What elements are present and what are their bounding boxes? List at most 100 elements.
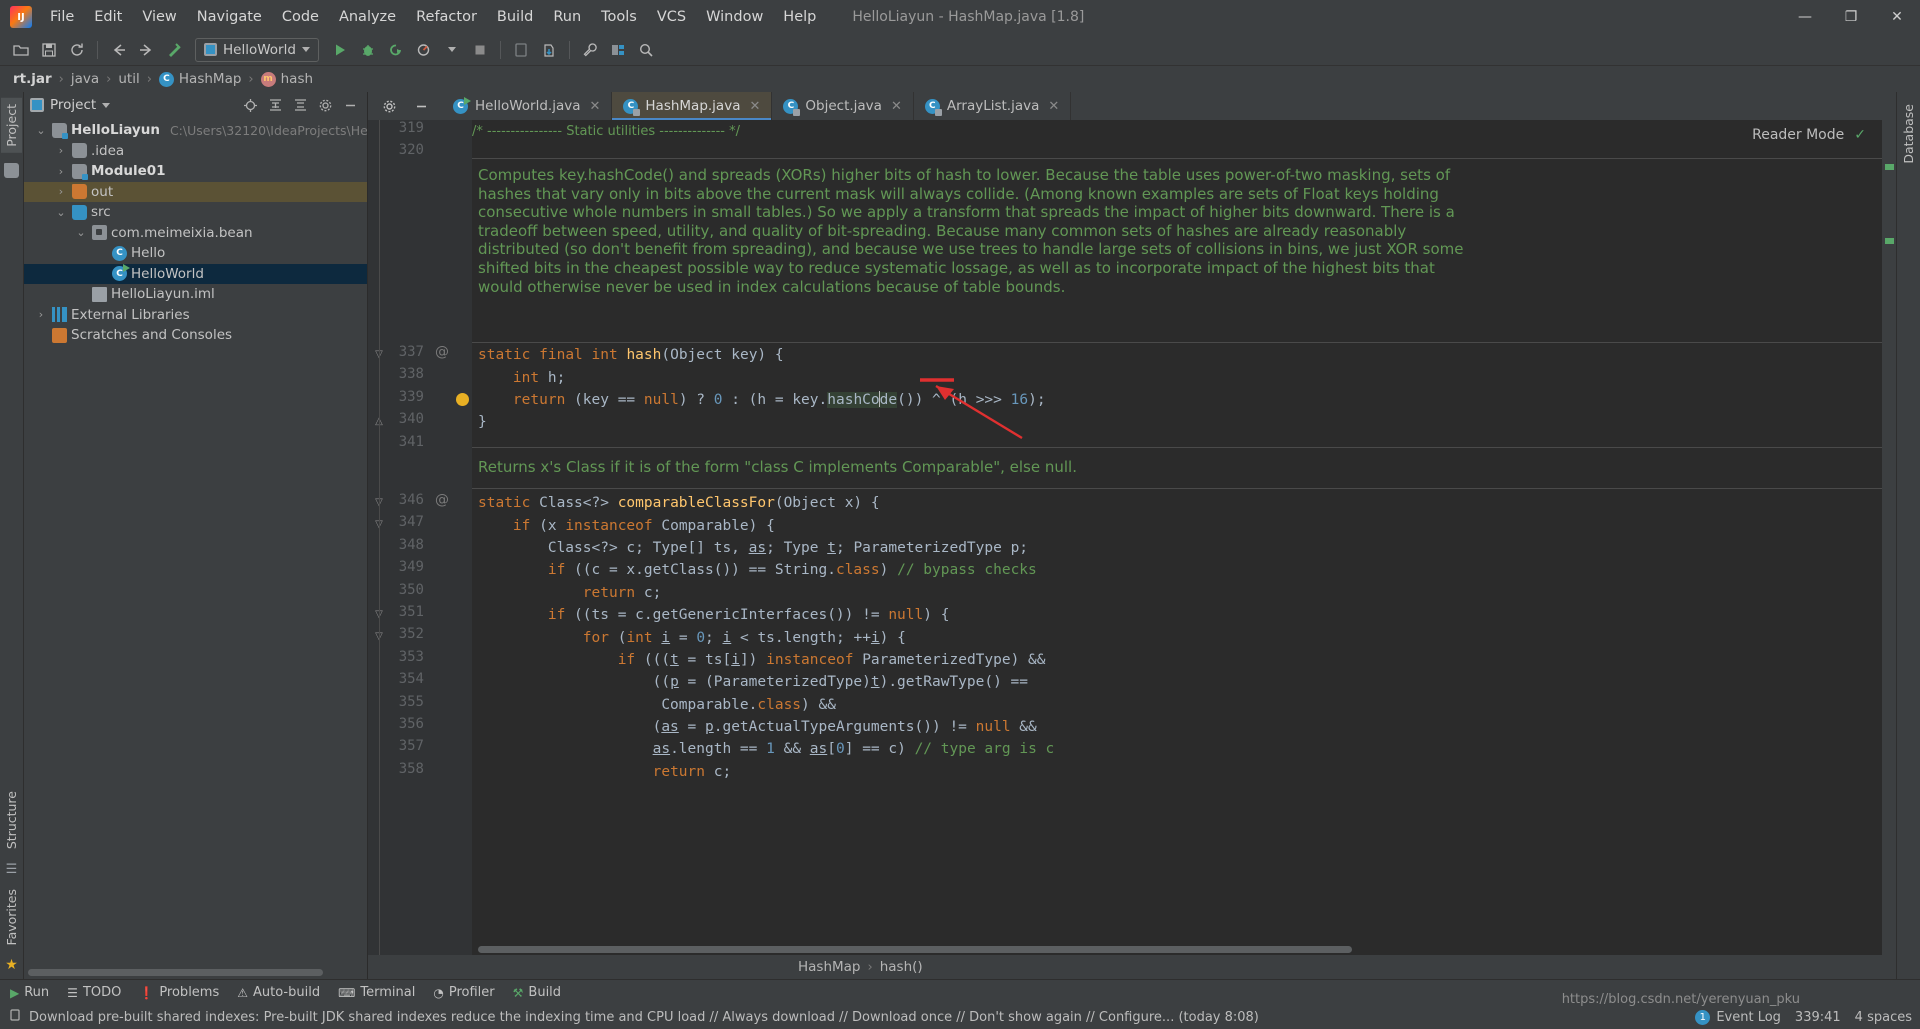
chevron-right-icon[interactable]: › [54, 185, 68, 198]
editor-bottom-breadcrumb[interactable]: HashMap › hash() [368, 955, 1896, 979]
tree-item-helloliayun[interactable]: ⌄ HelloLiayun C:\Users\32120\IdeaProjects\… [24, 120, 367, 141]
status-message-text[interactable]: Download pre-built shared indexes: Pre-b… [29, 1010, 1259, 1025]
tree-item-external-libraries[interactable]: › External Libraries [24, 305, 367, 326]
tree-item-out[interactable]: › out [24, 181, 367, 202]
bottom-tab-problems[interactable]: ❗ Problems [139, 985, 219, 1000]
editor-tab-hashmap-java[interactable]: C HashMap.java ✕ [612, 92, 773, 120]
collapse-all-icon[interactable] [289, 94, 311, 116]
sidebar-item-project[interactable]: Project [1, 98, 22, 153]
forward-arrow-icon[interactable] [133, 38, 159, 62]
chevron-right-icon[interactable]: › [34, 308, 48, 321]
project-tree[interactable]: ⌄ HelloLiayun C:\Users\32120\IdeaProjects\… [24, 118, 367, 969]
chevron-down-icon[interactable]: ⌄ [54, 206, 68, 219]
breadcrumb-item-util[interactable]: util [115, 70, 142, 88]
run-configuration-selector[interactable]: HelloWorld [195, 37, 319, 62]
breadcrumb-item-java[interactable]: java [68, 70, 102, 88]
code-line-caret[interactable]: return (key == null) ? 0 : (h = key.hash… [472, 389, 1882, 411]
project-horizontal-scrollbar[interactable] [24, 969, 367, 979]
code-content[interactable]: Reader Mode ✓ /* ---------------- Static… [472, 120, 1882, 955]
save-all-icon[interactable] [36, 38, 62, 62]
chevron-down-icon[interactable] [102, 102, 111, 108]
chevron-down-icon[interactable]: ⌄ [74, 226, 88, 239]
hide-panel-icon[interactable] [339, 94, 361, 116]
breadcrumb-item-hashmap[interactable]: C HashMap [156, 70, 245, 88]
breadcrumb-item-hash[interactable]: m hash [258, 70, 316, 88]
close-icon[interactable]: ✕ [1048, 99, 1059, 114]
tree-item-com-meimeixia-bean[interactable]: ⌄ com.meimeixia.bean [24, 223, 367, 244]
close-icon[interactable]: ✕ [891, 99, 902, 114]
tree-item-hello[interactable]: C Hello [24, 243, 367, 264]
close-icon[interactable]: ✕ [589, 99, 600, 114]
menu-item-edit[interactable]: Edit [84, 4, 132, 30]
tree-item-module01[interactable]: › Module01 [24, 161, 367, 182]
menu-item-code[interactable]: Code [272, 4, 329, 30]
error-stripe-gutter[interactable] [1882, 120, 1896, 955]
chevron-right-icon[interactable]: › [54, 144, 68, 157]
annotation-marker[interactable]: @ [432, 492, 452, 508]
menu-item-window[interactable]: Window [696, 4, 773, 30]
profile-icon[interactable] [411, 38, 437, 62]
sidebar-item-database[interactable]: Database [1898, 98, 1919, 170]
chevron-down-icon[interactable] [439, 38, 465, 62]
tree-item-src[interactable]: ⌄ src [24, 202, 367, 223]
chevron-down-icon[interactable]: ⌄ [34, 124, 48, 137]
menu-item-analyze[interactable]: Analyze [329, 4, 406, 30]
bottom-tab-todo[interactable]: ☰ TODO [67, 985, 121, 1000]
editor-fold-column[interactable]: ▽△▽▽▽▽ [375, 120, 472, 955]
menu-item-run[interactable]: Run [543, 4, 591, 30]
navigation-breadcrumb[interactable]: rt.jar › java › util › C HashMap › m hash [0, 66, 1920, 92]
caret-position[interactable]: 339:41 [1795, 1010, 1841, 1025]
bottom-tab-auto-build[interactable]: ⚠ Auto-build [237, 985, 320, 1000]
debug-icon[interactable] [355, 38, 381, 62]
menu-bar[interactable]: File Edit View Navigate Code Analyze Refactor B… [40, 4, 826, 30]
expand-all-icon[interactable] [264, 94, 286, 116]
tree-item-scratches-and-consoles[interactable]: Scratches and Consoles [24, 325, 367, 346]
editor-horizontal-scrollbar[interactable] [472, 945, 1882, 955]
annotation-marker[interactable]: @ [432, 344, 452, 360]
stop-icon[interactable] [467, 38, 493, 62]
settings-wrench-icon[interactable] [577, 38, 603, 62]
menu-item-view[interactable]: View [132, 4, 186, 30]
build-hammer-icon[interactable] [161, 38, 187, 62]
project-structure-icon[interactable] [605, 38, 631, 62]
menu-item-vcs[interactable]: VCS [647, 4, 696, 30]
update-project-icon[interactable] [536, 38, 562, 62]
intention-bulb-icon[interactable] [456, 392, 469, 406]
maximize-button[interactable]: ❐ [1828, 0, 1874, 34]
run-icon[interactable] [327, 38, 353, 62]
breadcrumb-item-rt-jar[interactable]: rt.jar [10, 70, 55, 88]
tree-item--idea[interactable]: › .idea [24, 141, 367, 162]
editor-tab-object-java[interactable]: C Object.java ✕ [772, 92, 914, 120]
search-everywhere-icon[interactable] [633, 38, 659, 62]
bottom-tab-build[interactable]: ⚒ Build [513, 985, 561, 1000]
bottom-tab-profiler[interactable]: ◔ Profiler [433, 985, 494, 1000]
gear-icon[interactable] [314, 94, 336, 116]
tree-item-helloliayun-iml[interactable]: HelloLiayun.iml [24, 284, 367, 305]
menu-item-build[interactable]: Build [487, 4, 543, 30]
gear-icon[interactable] [378, 95, 400, 117]
menu-item-help[interactable]: Help [773, 4, 826, 30]
menu-item-refactor[interactable]: Refactor [406, 4, 487, 30]
minimize-button[interactable]: — [1782, 0, 1828, 34]
sync-icon[interactable] [64, 38, 90, 62]
sidebar-item-favorites[interactable]: Favorites [1, 883, 22, 951]
tree-item-helloworld[interactable]: C HelloWorld [24, 263, 367, 284]
back-arrow-icon[interactable] [105, 38, 131, 62]
event-log-button[interactable]: 1 Event Log [1695, 1009, 1781, 1025]
locate-icon[interactable] [239, 94, 261, 116]
status-notification[interactable]: Download pre-built shared indexes: Pre-b… [8, 1008, 1259, 1026]
open-folder-icon[interactable] [8, 38, 34, 62]
run-with-coverage-icon[interactable] [383, 38, 409, 62]
bottom-tab-terminal[interactable]: ⌨ Terminal [338, 985, 415, 1000]
attach-debugger-icon[interactable] [508, 38, 534, 62]
scrollbar-thumb[interactable] [28, 969, 323, 976]
scrollbar-thumb[interactable] [478, 946, 1353, 953]
editor-tab-arraylist-java[interactable]: C ArrayList.java ✕ [914, 92, 1072, 120]
close-icon[interactable]: ✕ [749, 99, 760, 114]
menu-item-tools[interactable]: Tools [591, 4, 647, 30]
menu-item-navigate[interactable]: Navigate [187, 4, 272, 30]
code-breadcrumb-item[interactable]: HashMap [798, 959, 861, 975]
editor-tab-helloworld-java[interactable]: C HelloWorld.java ✕ [442, 92, 613, 120]
menu-item-file[interactable]: File [40, 4, 84, 30]
bottom-tab-run[interactable]: ▶ Run [10, 985, 49, 1000]
